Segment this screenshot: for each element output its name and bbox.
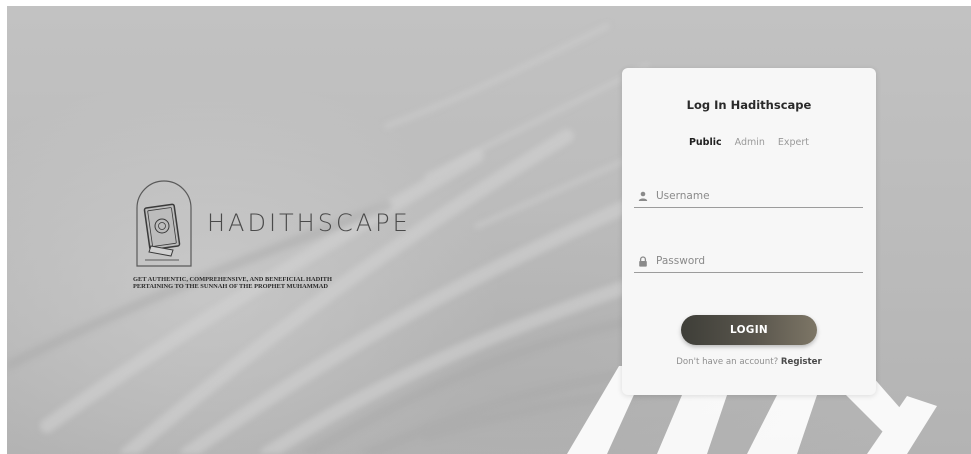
register-prompt-line: Don't have an account? Register — [622, 357, 876, 367]
user-icon — [636, 189, 650, 203]
password-field — [634, 250, 863, 273]
register-link[interactable]: Register — [781, 357, 822, 367]
login-card: Log In Hadithscape Public Admin Expert U… — [622, 68, 876, 395]
register-prompt: Don't have an account? — [676, 357, 779, 367]
tab-admin[interactable]: Admin — [735, 137, 765, 148]
tab-public[interactable]: Public — [689, 137, 722, 148]
tab-expert[interactable]: Expert — [778, 137, 809, 148]
login-title: Log In Hadithscape — [686, 98, 812, 112]
login-button[interactable]: LOGIN — [681, 315, 817, 345]
brand-block: HADITHSCAPE GET AUTHENTIC, COMPREHENSIVE… — [133, 176, 453, 301]
brand-tagline-line-1: GET AUTHENTIC, COMPREHENSIVE, AND BENEFI… — [133, 276, 332, 283]
username-input[interactable] — [656, 190, 863, 202]
lock-icon — [636, 254, 650, 268]
brand-tagline: GET AUTHENTIC, COMPREHENSIVE, AND BENEFI… — [133, 276, 423, 291]
role-tabs: Public Admin Expert — [622, 137, 876, 148]
brand-tagline-line-2: PERTAINING TO THE SUNNAH OF THE PROPHET … — [133, 283, 329, 291]
username-field — [634, 185, 863, 208]
quran-book-icon — [136, 180, 192, 267]
brand-name: HADITHSCAPE — [207, 209, 411, 237]
page-background: HADITHSCAPE GET AUTHENTIC, COMPREHENSIVE… — [7, 6, 971, 454]
password-input[interactable] — [656, 255, 863, 267]
